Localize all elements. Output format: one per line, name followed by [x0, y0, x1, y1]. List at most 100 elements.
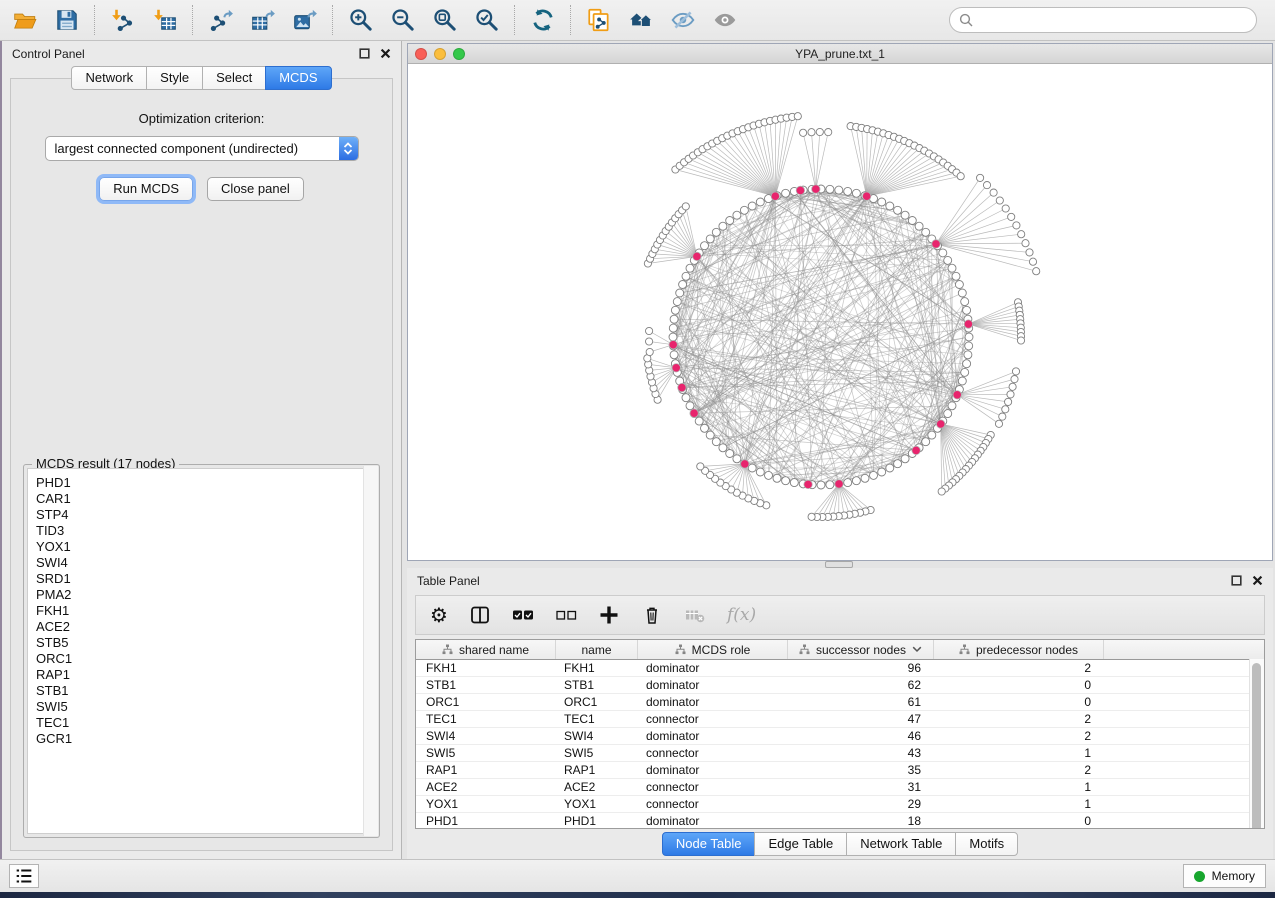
cell[interactable]: 47 [788, 712, 934, 726]
float-icon[interactable] [1231, 575, 1242, 586]
export-image-button[interactable] [284, 3, 326, 37]
table-row[interactable]: SWI4SWI4dominator462 [416, 728, 1264, 745]
mcds-result-item[interactable]: TEC1 [36, 715, 357, 731]
cell[interactable]: PHD1 [416, 814, 556, 828]
close-icon[interactable] [1252, 575, 1263, 586]
delete-column-button[interactable] [641, 604, 663, 626]
window-minimize-button[interactable] [434, 48, 446, 60]
cell[interactable]: RAP1 [416, 763, 556, 777]
duplicate-network-button[interactable] [578, 3, 620, 37]
cell[interactable]: 0 [934, 814, 1104, 828]
cell[interactable]: dominator [638, 695, 788, 709]
cell[interactable]: 43 [788, 746, 934, 760]
add-column-button[interactable] [598, 604, 620, 626]
cell[interactable]: dominator [638, 678, 788, 692]
cell[interactable]: ACE2 [556, 780, 638, 794]
table-row[interactable]: STB1STB1dominator620 [416, 677, 1264, 694]
memory-button[interactable]: Memory [1183, 864, 1266, 888]
cell[interactable]: 29 [788, 797, 934, 811]
cell[interactable]: 46 [788, 729, 934, 743]
cell[interactable]: connector [638, 797, 788, 811]
cell[interactable]: TEC1 [556, 712, 638, 726]
table-tab-network-table[interactable]: Network Table [846, 832, 956, 856]
table-row[interactable]: TEC1TEC1connector472 [416, 711, 1264, 728]
network-list-button[interactable] [9, 864, 39, 888]
import-network-button[interactable] [102, 3, 144, 37]
cell[interactable]: 35 [788, 763, 934, 777]
export-network-button[interactable] [200, 3, 242, 37]
import-table-button[interactable] [144, 3, 186, 37]
mcds-result-item[interactable]: TID3 [36, 523, 357, 539]
mcds-result-list[interactable]: PHD1CAR1STP4TID3YOX1SWI4SRD1PMA2FKH1ACE2… [27, 468, 376, 834]
cell[interactable]: dominator [638, 814, 788, 828]
mcds-result-item[interactable]: CAR1 [36, 491, 357, 507]
mcds-list-scrollbar[interactable] [363, 466, 378, 836]
table-tab-motifs[interactable]: Motifs [955, 832, 1018, 856]
zoom-selected-button[interactable] [466, 3, 508, 37]
cell[interactable]: YOX1 [556, 797, 638, 811]
mcds-result-item[interactable]: RAP1 [36, 667, 357, 683]
table-scrollbar-thumb[interactable] [1252, 663, 1261, 829]
cell[interactable]: STB1 [416, 678, 556, 692]
refresh-button[interactable] [522, 3, 564, 37]
cell[interactable]: 31 [788, 780, 934, 794]
table-row[interactable]: FKH1FKH1dominator962 [416, 660, 1264, 677]
first-neighbors-button[interactable] [620, 3, 662, 37]
cell[interactable]: TEC1 [416, 712, 556, 726]
zoom-fit-button[interactable] [424, 3, 466, 37]
tab-mcds[interactable]: MCDS [265, 66, 331, 90]
export-table-button[interactable] [242, 3, 284, 37]
table-row[interactable]: ACE2ACE2connector311 [416, 779, 1264, 796]
search-box[interactable] [949, 7, 1257, 33]
mcds-result-item[interactable]: PMA2 [36, 587, 357, 603]
cell[interactable]: FKH1 [416, 661, 556, 675]
cell[interactable]: connector [638, 780, 788, 794]
cell[interactable]: ORC1 [416, 695, 556, 709]
mcds-result-item[interactable]: ACE2 [36, 619, 357, 635]
table-row[interactable]: YOX1YOX1connector291 [416, 796, 1264, 813]
table-row[interactable]: PHD1PHD1dominator180 [416, 813, 1264, 829]
table-tab-edge-table[interactable]: Edge Table [754, 832, 847, 856]
cell[interactable]: ORC1 [556, 695, 638, 709]
cell[interactable]: STB1 [556, 678, 638, 692]
float-icon[interactable] [359, 48, 370, 59]
cell[interactable]: YOX1 [416, 797, 556, 811]
column-header-mcds-role[interactable]: MCDS role [638, 640, 788, 659]
cell[interactable]: 1 [934, 797, 1104, 811]
cell[interactable]: 96 [788, 661, 934, 675]
cell[interactable]: 62 [788, 678, 934, 692]
table-scrollbar[interactable] [1249, 659, 1264, 828]
cell[interactable]: 2 [934, 763, 1104, 777]
select-all-button[interactable] [512, 604, 534, 626]
cell[interactable]: SWI4 [556, 729, 638, 743]
mcds-result-item[interactable]: FKH1 [36, 603, 357, 619]
column-header-predecessor-nodes[interactable]: predecessor nodes [934, 640, 1104, 659]
window-close-button[interactable] [415, 48, 427, 60]
cell[interactable]: 2 [934, 661, 1104, 675]
mcds-result-item[interactable]: PHD1 [36, 475, 357, 491]
close-icon[interactable] [380, 48, 391, 59]
horizontal-splitter[interactable] [402, 561, 1275, 568]
show-all-button[interactable] [704, 3, 746, 37]
hide-selected-button[interactable] [662, 3, 704, 37]
search-input[interactable] [979, 12, 1247, 28]
split-columns-button[interactable] [469, 604, 491, 626]
cell[interactable]: 0 [934, 695, 1104, 709]
cell[interactable]: dominator [638, 763, 788, 777]
cell[interactable]: 18 [788, 814, 934, 828]
network-canvas[interactable] [408, 64, 1272, 560]
cell[interactable]: SWI5 [416, 746, 556, 760]
column-header-successor-nodes[interactable]: successor nodes [788, 640, 934, 659]
mcds-result-item[interactable]: STB1 [36, 683, 357, 699]
table-row[interactable]: RAP1RAP1dominator352 [416, 762, 1264, 779]
close-panel-button[interactable]: Close panel [207, 177, 304, 201]
mcds-result-item[interactable]: ORC1 [36, 651, 357, 667]
window-maximize-button[interactable] [453, 48, 465, 60]
table-row[interactable]: ORC1ORC1dominator610 [416, 694, 1264, 711]
tab-network[interactable]: Network [71, 66, 147, 90]
cell[interactable]: connector [638, 712, 788, 726]
cell[interactable]: 61 [788, 695, 934, 709]
run-mcds-button[interactable]: Run MCDS [99, 177, 193, 201]
mcds-result-item[interactable]: YOX1 [36, 539, 357, 555]
tab-select[interactable]: Select [202, 66, 266, 90]
